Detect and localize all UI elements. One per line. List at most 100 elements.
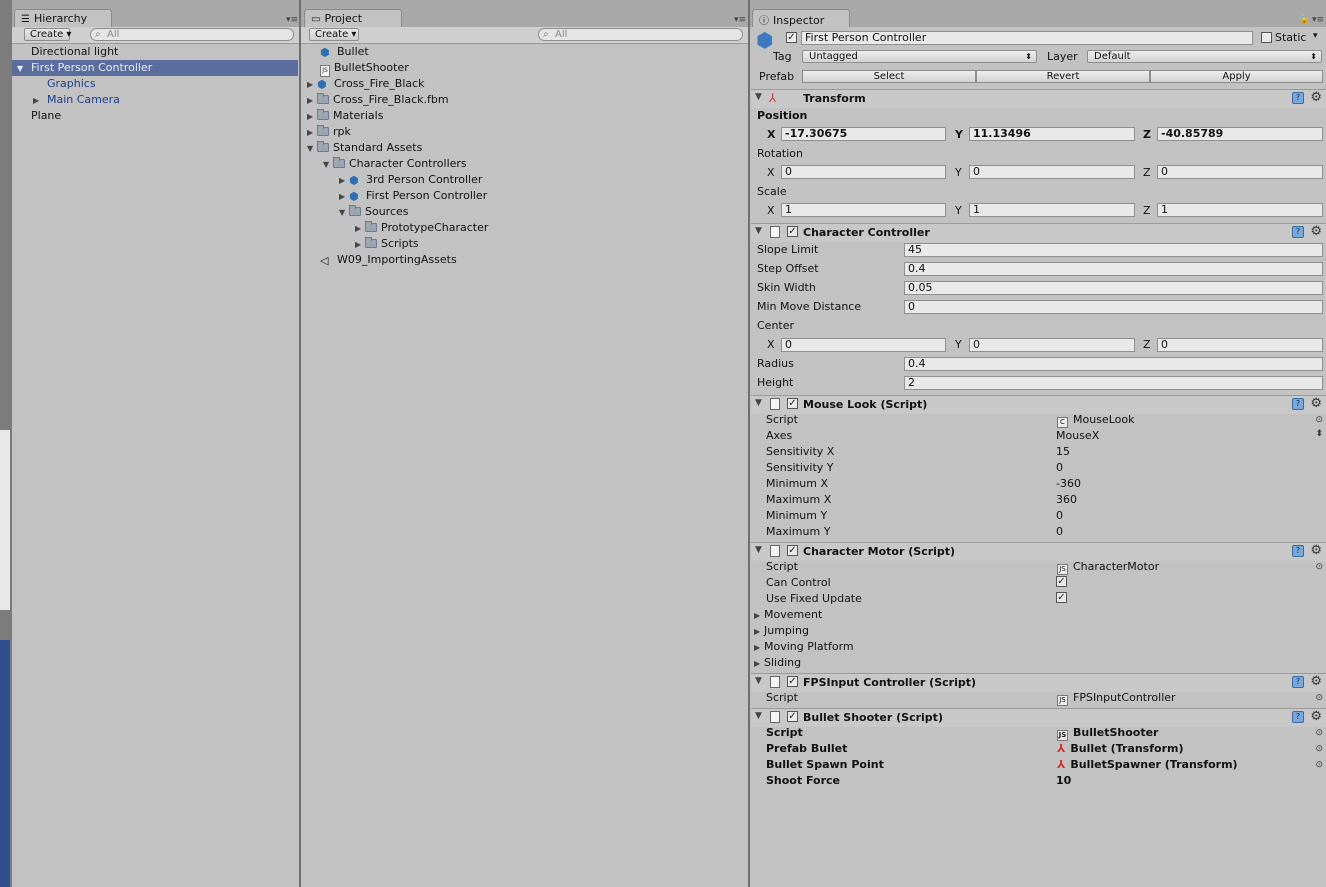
gear-icon[interactable]: ⚙ [1310, 543, 1322, 558]
project-item-scripts[interactable]: ▶ Scripts [355, 236, 419, 252]
character-controller-header[interactable]: ▼ ✓ Character Controller ? ⚙ [751, 223, 1326, 242]
fpsinput-script-field[interactable]: JS FPSInputController [1057, 691, 1176, 706]
sliding-foldout[interactable]: ▶ Sliding [754, 656, 801, 669]
collapse-arrow-icon[interactable]: ▶ [355, 221, 365, 237]
component-enabled-checkbox[interactable]: ✓ [787, 226, 798, 237]
minimum-x-field[interactable]: -360 [1056, 477, 1081, 490]
hierarchy-item-plane[interactable]: Plane [31, 108, 61, 124]
dropdown-arrows-icon[interactable]: ⬍ [1315, 429, 1323, 439]
position-z-field[interactable]: -40.85789 [1157, 127, 1323, 141]
rotation-x-field[interactable]: 0 [781, 165, 946, 179]
hierarchy-search-input[interactable]: ⌕ All [90, 28, 294, 41]
project-search-input[interactable]: ⌕ All [538, 28, 743, 41]
min-move-distance-field[interactable]: 0 [904, 300, 1323, 314]
project-create-button[interactable]: Create ▾ [309, 28, 359, 41]
minimum-y-field[interactable]: 0 [1056, 509, 1063, 522]
scale-y-label[interactable]: Y [955, 204, 962, 217]
transform-header[interactable]: ▼ ⅄ Transform ? ⚙ [751, 89, 1326, 108]
object-picker-icon[interactable]: ⊙ [1315, 415, 1323, 425]
object-name-field[interactable]: First Person Controller [801, 31, 1253, 45]
hierarchy-create-button[interactable]: Create ▾ [24, 28, 71, 41]
gear-icon[interactable]: ⚙ [1310, 709, 1322, 724]
project-item-cross-fire-black-fbm[interactable]: ▶ Cross_Fire_Black.fbm [307, 92, 449, 108]
project-item-cross-fire-black[interactable]: ▶ ⬢ Cross_Fire_Black [307, 76, 425, 92]
tab-hierarchy[interactable]: ☰ Hierarchy [14, 9, 112, 27]
slope-limit-field[interactable]: 45 [904, 243, 1323, 257]
panel-divider[interactable] [748, 0, 750, 887]
prefab-select-button[interactable]: Select [802, 70, 976, 83]
object-picker-icon[interactable]: ⊙ [1315, 744, 1323, 754]
position-x-field[interactable]: -17.30675 [781, 127, 946, 141]
sensitivity-x-field[interactable]: 15 [1056, 445, 1070, 458]
project-item-sources[interactable]: ▼ Sources [339, 204, 409, 220]
component-enabled-checkbox[interactable]: ✓ [787, 545, 798, 556]
radius-field[interactable]: 0.4 [904, 357, 1323, 371]
expand-arrow-icon[interactable]: ▼ [755, 226, 762, 236]
collapse-arrow-icon[interactable]: ▶ [307, 109, 317, 125]
fpsinput-controller-header[interactable]: ▼ ✓ FPSInput Controller (Script) ? ⚙ [751, 673, 1326, 692]
position-y-label[interactable]: Y [955, 128, 963, 141]
sensitivity-y-field[interactable]: 0 [1056, 461, 1063, 474]
collapse-arrow-icon[interactable]: ▶ [339, 173, 349, 189]
rotation-x-label[interactable]: X [767, 166, 775, 179]
moving-platform-foldout[interactable]: ▶ Moving Platform [754, 640, 854, 653]
prefab-revert-button[interactable]: Revert [976, 70, 1150, 83]
movement-foldout[interactable]: ▶ Movement [754, 608, 822, 621]
use-fixed-update-checkbox[interactable]: ✓ [1056, 592, 1067, 603]
hierarchy-item-directional-light[interactable]: Directional light [31, 44, 118, 60]
project-item-rpk[interactable]: ▶ rpk [307, 124, 351, 140]
jumping-foldout[interactable]: ▶ Jumping [754, 624, 809, 637]
active-checkbox[interactable]: ✓ [786, 32, 797, 43]
center-x-label[interactable]: X [767, 338, 775, 351]
expand-arrow-icon[interactable]: ▼ [755, 711, 762, 721]
tag-dropdown[interactable]: Untagged ⬍ [802, 50, 1037, 63]
hierarchy-item-first-person-controller[interactable]: ▼ First Person Controller [12, 60, 298, 76]
rotation-z-label[interactable]: Z [1143, 166, 1151, 179]
mouselook-script-field[interactable]: C MouseLook [1057, 413, 1134, 428]
rotation-y-label[interactable]: Y [955, 166, 962, 179]
project-item-first-person-controller[interactable]: ▶ ⬢ First Person Controller [339, 188, 487, 204]
scale-z-field[interactable]: 1 [1157, 203, 1323, 217]
expand-arrow-icon[interactable]: ▼ [339, 205, 349, 221]
bullet-spawn-point-field[interactable]: ⅄ BulletSpawner (Transform) [1057, 758, 1238, 771]
expand-arrow-icon[interactable]: ▼ [17, 61, 27, 77]
expand-arrow-icon[interactable]: ▼ [307, 141, 317, 157]
scale-x-field[interactable]: 1 [781, 203, 946, 217]
static-dropdown-icon[interactable]: ▾ [1313, 31, 1318, 41]
object-picker-icon[interactable]: ⊙ [1315, 728, 1323, 738]
expand-arrow-icon[interactable]: ▼ [755, 398, 762, 408]
gear-icon[interactable]: ⚙ [1310, 396, 1322, 411]
project-item-character-controllers[interactable]: ▼ Character Controllers [323, 156, 467, 172]
shoot-force-field[interactable]: 10 [1056, 774, 1071, 787]
panel-menu-icon[interactable]: ▾≡ [286, 15, 298, 25]
help-icon[interactable]: ? [1292, 226, 1304, 238]
tab-inspector[interactable]: ⓘ Inspector [752, 9, 850, 27]
expand-arrow-icon[interactable]: ▼ [755, 545, 762, 555]
gear-icon[interactable]: ⚙ [1310, 224, 1322, 239]
hierarchy-item-graphics[interactable]: Graphics [47, 76, 96, 92]
maximum-x-field[interactable]: 360 [1056, 493, 1077, 506]
project-item-3rd-person-controller[interactable]: ▶ ⬢ 3rd Person Controller [339, 172, 482, 188]
height-field[interactable]: 2 [904, 376, 1323, 390]
maximum-y-field[interactable]: 0 [1056, 525, 1063, 538]
collapse-arrow-icon[interactable]: ▶ [355, 237, 365, 253]
center-x-field[interactable]: 0 [781, 338, 946, 352]
rotation-y-field[interactable]: 0 [969, 165, 1135, 179]
layer-dropdown[interactable]: Default ⬍ [1087, 50, 1322, 63]
tab-project[interactable]: ▭ Project [304, 9, 402, 27]
bulletshooter-script-field[interactable]: JS BulletShooter [1057, 726, 1159, 741]
scale-z-label[interactable]: Z [1143, 204, 1151, 217]
position-x-label[interactable]: X [767, 128, 775, 141]
expand-arrow-icon[interactable]: ▼ [755, 92, 762, 102]
lock-icon[interactable]: 🔒 [1299, 15, 1310, 25]
expand-arrow-icon[interactable]: ▼ [755, 676, 762, 686]
collapse-arrow-icon[interactable]: ▶ [307, 125, 317, 141]
center-y-field[interactable]: 0 [969, 338, 1135, 352]
object-picker-icon[interactable]: ⊙ [1315, 562, 1323, 572]
expand-arrow-icon[interactable]: ▼ [323, 157, 333, 173]
center-z-field[interactable]: 0 [1157, 338, 1323, 352]
collapse-arrow-icon[interactable]: ▶ [339, 189, 349, 205]
axes-dropdown[interactable]: MouseX [1056, 429, 1099, 442]
panel-menu-icon[interactable]: ▾≡ [1312, 15, 1324, 25]
panel-menu-icon[interactable]: ▾≡ [734, 15, 746, 25]
